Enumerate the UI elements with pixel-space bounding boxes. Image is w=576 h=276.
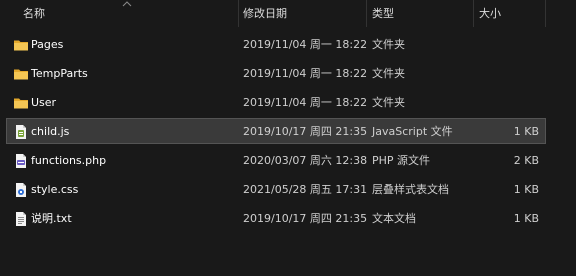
column-header-size[interactable]: 大小: [479, 0, 501, 27]
file-rows: Pages 2019/11/04 周一 18:22 文件夹 TempParts …: [0, 30, 576, 233]
file-modified-date: 2019/10/17 周四 21:35: [243, 125, 368, 138]
column-header-type[interactable]: 类型: [372, 0, 394, 27]
file-name: functions.php: [31, 154, 107, 167]
php-file-icon: [16, 154, 26, 168]
column-header-bar: 名称 修改日期 类型 大小: [0, 0, 576, 27]
folder-icon: [14, 69, 28, 80]
text-file-icon: [16, 212, 26, 226]
column-divider[interactable]: [366, 0, 367, 27]
file-row[interactable]: 说明.txt 2019/10/17 周四 21:35 文本文档 1 KB: [0, 204, 576, 233]
file-name: TempParts: [31, 67, 88, 80]
file-row[interactable]: User 2019/11/04 周一 18:22 文件夹: [0, 88, 576, 117]
file-row-selected[interactable]: child.js 2019/10/17 周四 21:35 JavaScript …: [0, 117, 576, 146]
file-name: style.css: [31, 183, 79, 196]
file-row[interactable]: Pages 2019/11/04 周一 18:22 文件夹: [0, 30, 576, 59]
column-divider[interactable]: [545, 0, 546, 27]
js-file-icon: [16, 125, 26, 139]
file-modified-date: 2021/05/28 周五 17:31: [243, 183, 368, 196]
file-type: JavaScript 文件: [372, 125, 453, 138]
file-modified-date: 2019/10/17 周四 21:35: [243, 212, 368, 225]
file-type: 文本文档: [372, 212, 416, 225]
file-name: 说明.txt: [31, 212, 72, 225]
file-row[interactable]: TempParts 2019/11/04 周一 18:22 文件夹: [0, 59, 576, 88]
column-header-modified[interactable]: 修改日期: [243, 0, 287, 27]
file-list-view: 名称 修改日期 类型 大小 Pages 2019/11/04 周一 18:22 …: [0, 0, 576, 276]
folder-icon: [14, 40, 28, 51]
file-row[interactable]: style.css 2021/05/28 周五 17:31 层叠样式表文档 1 …: [0, 175, 576, 204]
file-size: 2 KB: [513, 154, 539, 167]
file-type: 层叠样式表文档: [372, 183, 449, 196]
file-type: 文件夹: [372, 38, 405, 51]
column-divider[interactable]: [473, 0, 474, 27]
column-header-name[interactable]: 名称: [23, 0, 45, 27]
file-modified-date: 2019/11/04 周一 18:22: [243, 96, 368, 109]
file-row[interactable]: functions.php 2020/03/07 周六 12:38 PHP 源文…: [0, 146, 576, 175]
file-type: PHP 源文件: [372, 154, 431, 167]
file-type: 文件夹: [372, 96, 405, 109]
file-name: User: [31, 96, 57, 109]
file-size: 1 KB: [513, 125, 539, 138]
file-name: child.js: [31, 125, 70, 138]
file-name: Pages: [31, 38, 64, 51]
file-modified-date: 2019/11/04 周一 18:22: [243, 38, 368, 51]
file-modified-date: 2020/03/07 周六 12:38: [243, 154, 368, 167]
column-divider[interactable]: [238, 0, 239, 27]
sort-ascending-icon: [122, 1, 132, 7]
css-file-icon: [16, 183, 26, 197]
file-size: 1 KB: [513, 212, 539, 225]
file-modified-date: 2019/11/04 周一 18:22: [243, 67, 368, 80]
folder-icon: [14, 98, 28, 109]
file-size: 1 KB: [513, 183, 539, 196]
file-type: 文件夹: [372, 67, 405, 80]
